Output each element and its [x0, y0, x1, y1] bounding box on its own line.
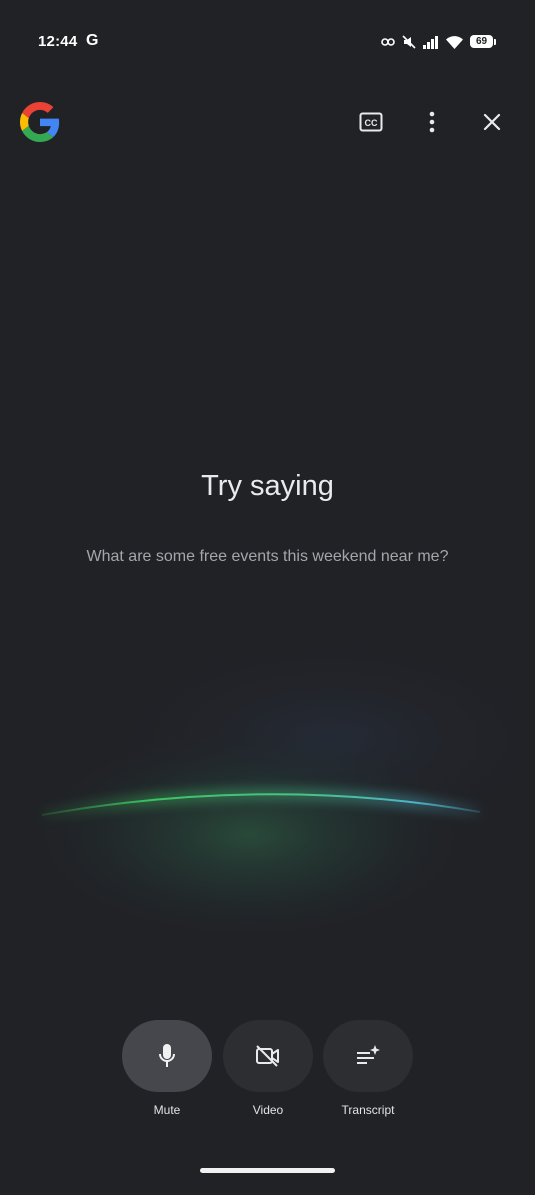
video-off-icon [256, 1045, 279, 1067]
mute-label: Mute [153, 1103, 181, 1117]
microphone-icon [159, 1044, 175, 1067]
mute-control: Mute [122, 1020, 212, 1117]
status-bar: 12:44 G 69 [0, 26, 535, 60]
signal-icon [423, 35, 438, 49]
status-icons: 69 [381, 33, 497, 51]
video-button[interactable] [223, 1020, 313, 1092]
mute-button[interactable] [122, 1020, 212, 1092]
notification-g-icon: G [86, 32, 99, 49]
prompt-suggestion: What are some free events this weekend n… [86, 548, 449, 565]
link-icon [381, 38, 395, 46]
video-control: Video [223, 1020, 313, 1117]
close-icon [483, 113, 501, 131]
svg-text:CC: CC [365, 118, 378, 128]
status-time: 12:44 [38, 33, 78, 50]
battery-icon: 69 [470, 35, 497, 49]
close-button[interactable] [472, 102, 512, 142]
google-logo-icon [20, 102, 60, 142]
video-label: Video [252, 1103, 284, 1117]
transcript-icon [357, 1045, 380, 1064]
closed-captions-button[interactable]: CC [351, 102, 391, 142]
home-indicator[interactable] [200, 1168, 335, 1173]
voice-glow-visualizer [20, 630, 535, 945]
more-options-button[interactable] [412, 102, 452, 142]
gemini-live-screen: 12:44 G 69 CC Try saying What are some f… [0, 0, 535, 1195]
prompt-title: Try saying [201, 470, 334, 502]
transcript-label: Transcript [341, 1103, 395, 1117]
mute-icon [402, 35, 416, 49]
battery-level: 69 [470, 35, 493, 48]
transcript-button[interactable] [323, 1020, 413, 1092]
closed-captions-icon: CC [359, 112, 383, 132]
transcript-control: Transcript [323, 1020, 413, 1117]
wifi-icon [446, 35, 463, 49]
more-vert-icon [429, 111, 435, 133]
